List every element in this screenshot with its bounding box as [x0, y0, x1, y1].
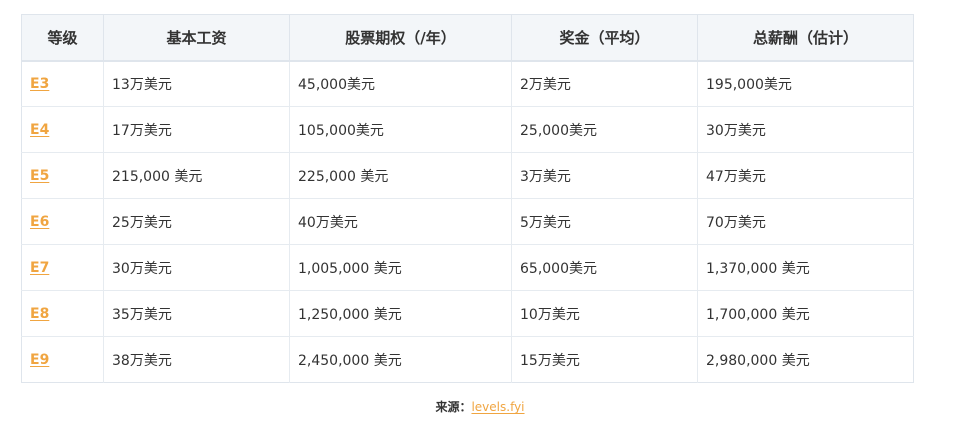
- cell-stock-options: 40万美元: [289, 198, 512, 245]
- cell-total-compensation: 195,000美元: [697, 60, 914, 107]
- cell-level: E8: [21, 290, 104, 337]
- cell-bonus: 5万美元: [511, 198, 698, 245]
- cell-total-compensation: 30万美元: [697, 106, 914, 153]
- cell-bonus: 2万美元: [511, 60, 698, 107]
- table-row: E9 38万美元 2,450,000 美元 15万美元 2,980,000 美元: [21, 336, 914, 383]
- table-row: E4 17万美元 105,000美元 25,000美元 30万美元: [21, 106, 914, 153]
- table-row: E3 13万美元 45,000美元 2万美元 195,000美元: [21, 60, 914, 107]
- cell-total-compensation: 2,980,000 美元: [706, 352, 810, 369]
- cell-total-compensation: 1,700,000 美元: [697, 290, 914, 337]
- table-row: E5 215,000 美元 225,000 美元 3万美元 47万美元: [21, 152, 914, 199]
- cell-stock-options: 105,000美元: [289, 106, 512, 153]
- cell-bonus: 65,000美元: [511, 244, 698, 291]
- cell-level: E3: [21, 60, 104, 107]
- source-label: 来源：: [435, 400, 472, 414]
- cell-total-compensation: 47万美元: [697, 152, 914, 199]
- source-caption: 来源：levels.fyi: [0, 398, 960, 415]
- cell-bonus: 15万美元: [511, 336, 698, 383]
- cell-stock-options: 1,005,000 美元: [289, 244, 512, 291]
- cell-total-compensation: 1,370,000 美元: [697, 244, 914, 291]
- level-link-e3[interactable]: E3: [30, 76, 49, 92]
- cell-level: E6: [21, 198, 104, 245]
- cell-bonus: 10万美元: [511, 290, 698, 337]
- level-link-e4[interactable]: E4: [30, 122, 49, 138]
- cell-stock-options: 1,250,000 美元: [289, 290, 512, 337]
- source-link[interactable]: levels.fyi: [471, 400, 524, 414]
- header-bonus: 奖金（平均）: [511, 14, 698, 62]
- level-link-e7[interactable]: E7: [30, 260, 49, 276]
- salary-levels-table: 等级 基本工资 股票期权（/年） 奖金（平均） 总薪酬（估计） E3 13万美元…: [21, 14, 914, 383]
- table-body: E3 13万美元 45,000美元 2万美元 195,000美元 E4 17万美…: [21, 60, 914, 383]
- header-total-compensation: 总薪酬（估计）: [697, 14, 914, 62]
- cell-bonus: 25,000美元: [511, 106, 698, 153]
- cell-stock-options: 225,000 美元: [289, 152, 512, 199]
- table-header-row: 等级 基本工资 股票期权（/年） 奖金（平均） 总薪酬（估计）: [21, 14, 914, 62]
- salary-table-container: 等级 基本工资 股票期权（/年） 奖金（平均） 总薪酬（估计） E3 13万美元…: [21, 14, 914, 383]
- cell-base-salary: 35万美元: [103, 290, 290, 337]
- level-link-e8[interactable]: E8: [30, 306, 49, 322]
- cell-base-salary: 30万美元: [103, 244, 290, 291]
- cell-bonus: 3万美元: [511, 152, 698, 199]
- header-stock-options: 股票期权（/年）: [289, 14, 512, 62]
- cell-level: E5: [21, 152, 104, 199]
- header-level: 等级: [21, 14, 104, 62]
- cell-stock-options: 2,450,000 美元: [289, 336, 512, 383]
- cell-base-salary: 215,000 美元: [103, 152, 290, 199]
- cell-level: E7: [21, 244, 104, 291]
- cell-total-compensation: 70万美元: [697, 198, 914, 245]
- level-link-e9[interactable]: E9: [30, 352, 49, 368]
- cell-level: E4: [21, 106, 104, 153]
- cell-level: E9: [21, 336, 104, 383]
- level-link-e5[interactable]: E5: [30, 168, 49, 184]
- table-row: E7 30万美元 1,005,000 美元 65,000美元 1,370,000…: [21, 244, 914, 291]
- table-row: E6 25万美元 40万美元 5万美元 70万美元: [21, 198, 914, 245]
- table-header: 等级 基本工资 股票期权（/年） 奖金（平均） 总薪酬（估计）: [21, 14, 914, 62]
- table-row: E8 35万美元 1,250,000 美元 10万美元 1,700,000 美元: [21, 290, 914, 337]
- cell-base-salary: 25万美元: [103, 198, 290, 245]
- cell-stock-options: 45,000美元: [289, 60, 512, 107]
- level-link-e6[interactable]: E6: [30, 214, 49, 230]
- cell-base-salary: 13万美元: [103, 60, 290, 107]
- cell-base-salary: 17万美元: [103, 106, 290, 153]
- header-base-salary: 基本工资: [103, 14, 290, 62]
- cell-base-salary: 38万美元: [103, 336, 290, 383]
